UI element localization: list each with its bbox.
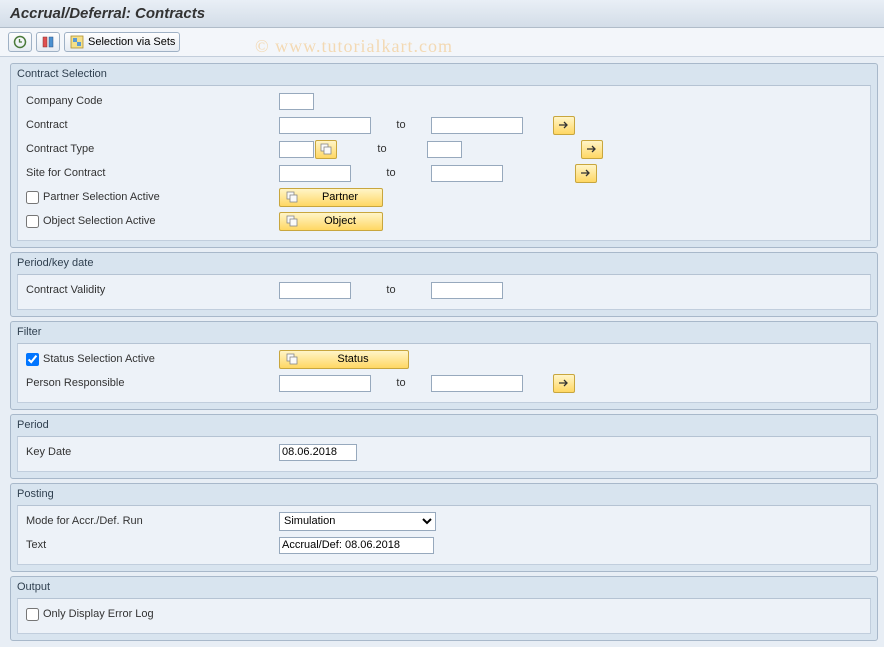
group-title: Contract Selection: [17, 67, 871, 81]
search-help-contract-type[interactable]: [315, 140, 337, 159]
multi-select-contract-button[interactable]: [553, 116, 575, 135]
to-label: to: [351, 284, 431, 296]
status-button-label: Status: [304, 353, 402, 365]
partner-selection-checkbox[interactable]: [26, 191, 39, 204]
group-title: Posting: [17, 487, 871, 501]
validity-from-input[interactable]: [279, 282, 351, 299]
group-period-key-date: Period/key date Contract Validity to: [10, 252, 878, 317]
sets-icon: [69, 34, 85, 50]
selection-via-sets-label: Selection via Sets: [88, 36, 175, 48]
label-object-sel: Object Selection Active: [43, 215, 156, 227]
group-period: Period Key Date: [10, 414, 878, 479]
group-title: Output: [17, 580, 871, 594]
object-button[interactable]: Object: [279, 212, 383, 231]
to-label: to: [337, 143, 427, 155]
site-from-input[interactable]: [279, 165, 351, 182]
expand-icon: [286, 215, 298, 227]
selection-via-sets-button[interactable]: Selection via Sets: [64, 32, 180, 52]
label-err-log: Only Display Error Log: [43, 608, 154, 620]
arrow-right-icon: [558, 120, 570, 130]
group-filter: Filter Status Selection Active Status Pe…: [10, 321, 878, 410]
search-help-icon: [320, 143, 332, 155]
to-label: to: [371, 377, 431, 389]
variant-icon: [41, 34, 55, 50]
status-selection-checkbox[interactable]: [26, 353, 39, 366]
validity-to-input[interactable]: [431, 282, 503, 299]
label-contract-type: Contract Type: [24, 143, 279, 155]
toolbar: Selection via Sets: [0, 28, 884, 57]
contract-type-from-input[interactable]: [279, 141, 314, 158]
to-label: to: [351, 167, 431, 179]
expand-icon: [286, 191, 298, 203]
group-output: Output Only Display Error Log: [10, 576, 878, 641]
person-from-input[interactable]: [279, 375, 371, 392]
status-button[interactable]: Status: [279, 350, 409, 369]
group-posting: Posting Mode for Accr./Def. Run Simulati…: [10, 483, 878, 572]
group-title: Period: [17, 418, 871, 432]
page-title: Accrual/Deferral: Contracts: [0, 0, 884, 28]
label-validity: Contract Validity: [24, 284, 279, 296]
multi-select-person-button[interactable]: [553, 374, 575, 393]
label-text: Text: [24, 539, 279, 551]
variant-button[interactable]: [36, 32, 60, 52]
arrow-right-icon: [558, 378, 570, 388]
label-mode: Mode for Accr./Def. Run: [24, 515, 279, 527]
label-key-date: Key Date: [24, 446, 279, 458]
execute-icon: [13, 34, 27, 50]
partner-button[interactable]: Partner: [279, 188, 383, 207]
contract-to-input[interactable]: [431, 117, 523, 134]
label-contract: Contract: [24, 119, 279, 131]
site-to-input[interactable]: [431, 165, 503, 182]
error-log-checkbox[interactable]: [26, 608, 39, 621]
mode-select[interactable]: Simulation: [279, 512, 436, 531]
label-person: Person Responsible: [24, 377, 279, 389]
multi-select-site-button[interactable]: [575, 164, 597, 183]
to-label: to: [371, 119, 431, 131]
expand-icon: [286, 353, 298, 365]
contract-from-input[interactable]: [279, 117, 371, 134]
person-to-input[interactable]: [431, 375, 523, 392]
multi-select-contract-type-button[interactable]: [581, 140, 603, 159]
text-input[interactable]: [279, 537, 434, 554]
execute-button[interactable]: [8, 32, 32, 52]
label-partner-sel: Partner Selection Active: [43, 191, 160, 203]
company-code-input[interactable]: [279, 93, 314, 110]
partner-button-label: Partner: [304, 191, 376, 203]
object-selection-checkbox[interactable]: [26, 215, 39, 228]
group-title: Period/key date: [17, 256, 871, 270]
label-status-sel: Status Selection Active: [43, 353, 155, 365]
group-title: Filter: [17, 325, 871, 339]
label-company-code: Company Code: [24, 95, 279, 107]
object-button-label: Object: [304, 215, 376, 227]
group-contract-selection: Contract Selection Company Code Contract…: [10, 63, 878, 248]
key-date-input[interactable]: [279, 444, 357, 461]
arrow-right-icon: [580, 168, 592, 178]
contract-type-to-input[interactable]: [427, 141, 462, 158]
label-site: Site for Contract: [24, 167, 279, 179]
arrow-right-icon: [586, 144, 598, 154]
